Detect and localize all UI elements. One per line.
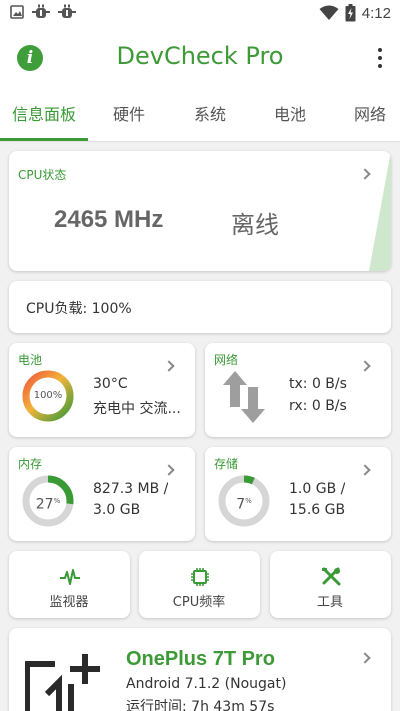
chevron-right-icon — [163, 464, 175, 476]
battery-ring: 100% — [21, 369, 75, 423]
oneplus-logo — [25, 654, 100, 711]
bug-icon — [58, 4, 76, 18]
cpu-frequency: 2465 MHz — [54, 206, 164, 233]
image-icon — [10, 5, 24, 19]
memory-label: 内存 — [18, 457, 43, 471]
storage-card[interactable]: 存储 7% 1.0 GB / 15.6 GB — [205, 447, 391, 541]
network-rx: rx: 0 B/s — [289, 398, 347, 414]
battery-percent: 100% — [33, 390, 63, 401]
tab-system[interactable]: 系统 — [170, 92, 250, 140]
pulse-icon — [60, 569, 80, 585]
chevron-right-icon — [359, 360, 371, 372]
status-bar: 4:12 — [0, 0, 400, 28]
android-version: Android 7.1.2 (Nougat) — [126, 676, 287, 692]
battery-charging-icon — [345, 4, 356, 22]
app-bar: i DevCheck Pro — [0, 28, 400, 92]
system-icons: 4:12 — [319, 4, 391, 22]
network-label: 网络 — [214, 353, 239, 367]
app-title: DevCheck Pro — [116, 42, 284, 70]
storage-percent: 7% — [236, 496, 252, 513]
chevron-right-icon — [163, 360, 175, 372]
memory-card[interactable]: 内存 27% 827.3 MB / 3.0 GB — [9, 447, 195, 541]
wifi-icon — [319, 5, 339, 20]
bug-icon — [32, 4, 50, 18]
tab-battery[interactable]: 电池 — [250, 92, 330, 140]
monitor-label: 监视器 — [49, 595, 89, 610]
cpu-frequency-label: CPU频率 — [172, 595, 226, 610]
monitor-button[interactable]: 监视器 — [9, 551, 130, 618]
device-card[interactable]: OnePlus 7T Pro Android 7.1.2 (Nougat) 运行… — [9, 628, 391, 711]
device-name: OnePlus 7T Pro — [126, 648, 275, 670]
memory-used: 827.3 MB / — [93, 481, 169, 497]
battery-label: 电池 — [18, 353, 43, 367]
memory-ring: 27% — [21, 474, 75, 528]
storage-ring: 7% — [217, 474, 271, 528]
status-time: 4:12 — [361, 4, 391, 22]
cpu-frequency-button[interactable]: CPU频率 — [139, 551, 260, 618]
notification-icons — [10, 4, 76, 20]
uptime: 运行时间: 7h 43m 57s — [126, 699, 275, 711]
tools-icon — [322, 567, 341, 586]
more-options-icon[interactable] — [376, 48, 384, 70]
cpu-status-card[interactable]: CPU状态 2465 MHz 离线 — [9, 151, 391, 271]
tools-label: 工具 — [316, 595, 343, 610]
network-card[interactable]: 网络 tx: 0 B/s rx: 0 B/s — [205, 343, 391, 437]
battery-card[interactable]: 电池 100% 30°C 充电中 交流... — [9, 343, 195, 437]
chevron-right-icon — [359, 652, 371, 664]
tab-network[interactable]: 网络 — [330, 92, 400, 140]
battery-status: 充电中 交流... — [93, 401, 181, 417]
transfer-arrows-icon — [223, 371, 265, 423]
cpu-load-card[interactable]: CPU负载: 100% — [9, 281, 391, 333]
chevron-right-icon — [359, 464, 371, 476]
tab-dashboard[interactable]: 信息面板 — [0, 92, 88, 140]
cpu-state: 离线 — [231, 211, 279, 239]
memory-total: 3.0 GB — [93, 502, 141, 518]
memory-percent: 27% — [35, 496, 61, 513]
active-tab-indicator — [0, 138, 88, 141]
chip-icon — [191, 568, 209, 586]
cpu-activity-stripe — [369, 151, 391, 271]
storage-label: 存储 — [214, 457, 239, 471]
storage-total: 15.6 GB — [289, 502, 346, 518]
cpu-load-text: CPU负载: 100% — [26, 301, 132, 317]
cpu-status-label: CPU状态 — [18, 168, 67, 182]
tab-bar: 信息面板 硬件 系统 电池 网络 — [0, 92, 400, 142]
tools-button[interactable]: 工具 — [270, 551, 391, 618]
tab-hardware[interactable]: 硬件 — [88, 92, 170, 140]
network-tx: tx: 0 B/s — [289, 376, 347, 392]
battery-temperature: 30°C — [93, 376, 128, 392]
storage-used: 1.0 GB / — [289, 481, 346, 497]
